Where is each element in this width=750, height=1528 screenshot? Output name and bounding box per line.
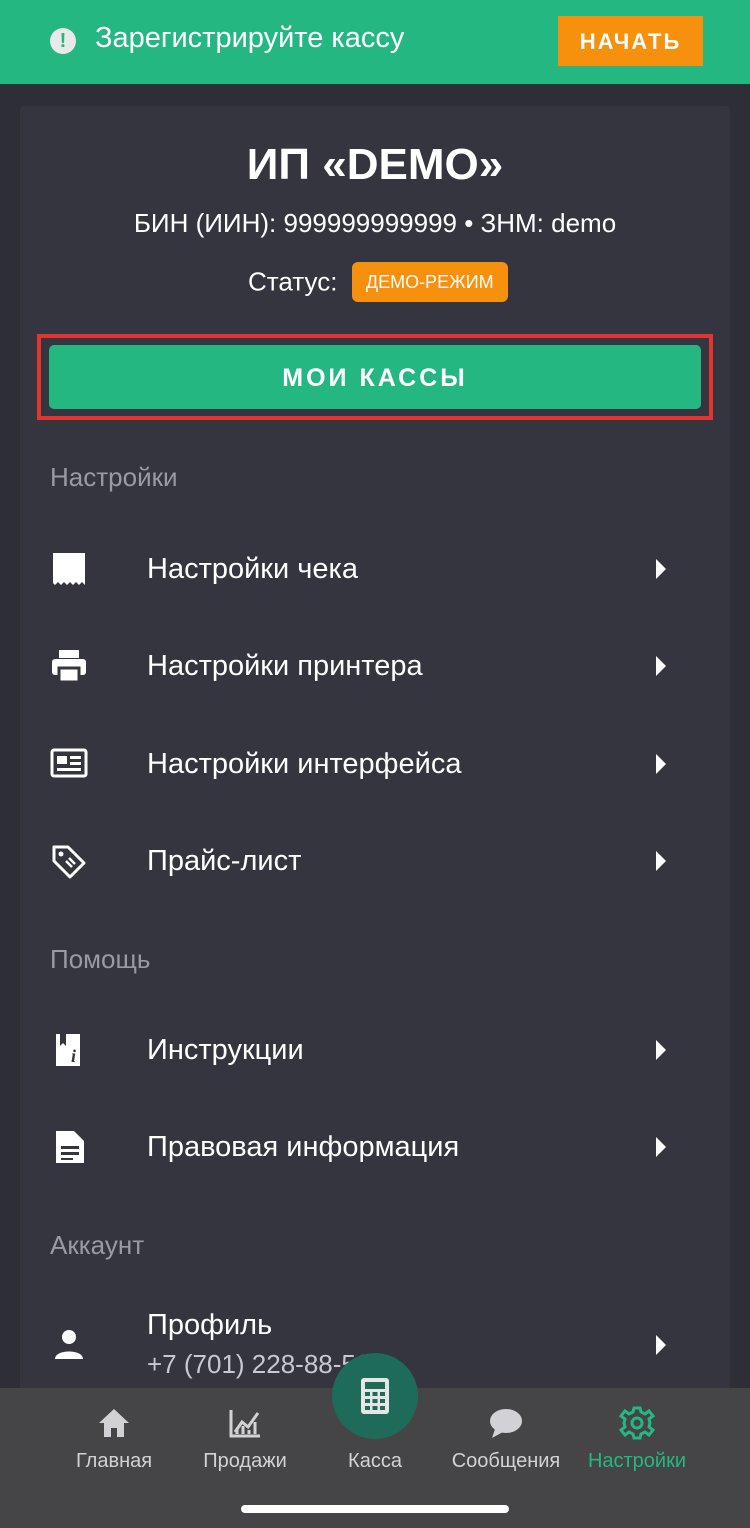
menu-item-interface-settings[interactable]: Настройки интерфейса bbox=[20, 716, 730, 812]
svg-text:i: i bbox=[71, 1046, 76, 1066]
status-badge: ДЕМО-РЕЖИМ bbox=[351, 262, 508, 302]
document-icon bbox=[56, 1131, 84, 1163]
interface-icon bbox=[50, 748, 88, 778]
section-header-account: Аккаунт bbox=[50, 1230, 145, 1260]
section-header-settings: Настройки bbox=[50, 462, 178, 492]
status-row: Статус: ДЕМО-РЕЖИМ bbox=[248, 262, 508, 304]
nav-label: Главная bbox=[75, 1450, 153, 1472]
printer-icon bbox=[52, 650, 86, 684]
menu-item-label: Настройки принтера bbox=[147, 650, 423, 682]
nav-messages[interactable]: Сообщения bbox=[441, 1388, 571, 1488]
start-button[interactable]: НАЧАТЬ bbox=[558, 16, 703, 66]
menu-item-label: Настройки чека bbox=[147, 553, 358, 585]
status-label: Статус: bbox=[248, 266, 338, 297]
menu-item-price-list[interactable]: Прайс-лист bbox=[20, 813, 730, 909]
home-icon bbox=[99, 1409, 129, 1437]
nav-label: Касса bbox=[348, 1450, 402, 1472]
gear-icon bbox=[619, 1406, 655, 1440]
chevron-right-icon bbox=[656, 559, 666, 579]
home-indicator[interactable] bbox=[241, 1505, 509, 1513]
company-name: ИП «DEMO» bbox=[246, 140, 504, 189]
menu-item-instructions[interactable]: i Инструкции bbox=[20, 1002, 730, 1098]
menu-item-label: Инструкции bbox=[147, 1034, 304, 1066]
nav-label: Продажи bbox=[203, 1450, 287, 1472]
person-icon bbox=[55, 1330, 83, 1359]
chat-icon bbox=[490, 1409, 522, 1438]
instructions-icon: i bbox=[56, 1034, 80, 1066]
alert-circle-icon: ! bbox=[50, 28, 76, 54]
banner-title: Зарегистрируйте кассу bbox=[95, 22, 405, 54]
chevron-right-icon bbox=[656, 1040, 666, 1060]
my-kassy-button[interactable]: МОИ КАССЫ bbox=[49, 345, 701, 409]
price-tag-icon bbox=[52, 845, 86, 879]
receipt-icon bbox=[53, 553, 85, 585]
nav-label: Сообщения bbox=[451, 1450, 561, 1472]
chevron-right-icon bbox=[656, 656, 666, 676]
chevron-right-icon bbox=[656, 851, 666, 871]
company-meta: БИН (ИИН): 999999999999 • ЗНМ: demo bbox=[133, 208, 617, 238]
kassa-fab-button[interactable] bbox=[332, 1353, 418, 1439]
nav-home[interactable]: Главная bbox=[49, 1388, 179, 1488]
register-banner: ! Зарегистрируйте кассу НАЧАТЬ bbox=[0, 0, 750, 84]
menu-item-legal-info[interactable]: Правовая информация bbox=[20, 1099, 730, 1195]
section-header-help: Помощь bbox=[50, 944, 151, 974]
chevron-right-icon bbox=[656, 1335, 666, 1355]
menu-item-label: Настройки интерфейса bbox=[147, 748, 462, 780]
calculator-icon bbox=[361, 1378, 389, 1414]
sales-chart-icon bbox=[229, 1410, 260, 1438]
menu-item-printer-settings[interactable]: Настройки принтера bbox=[20, 618, 730, 714]
menu-item-label: Прайс-лист bbox=[147, 845, 302, 877]
chevron-right-icon bbox=[656, 754, 666, 774]
menu-item-receipt-settings[interactable]: Настройки чека bbox=[20, 521, 730, 617]
menu-item-label: Правовая информация bbox=[147, 1131, 460, 1163]
nav-label: Настройки bbox=[587, 1450, 687, 1472]
nav-sales[interactable]: Продажи bbox=[180, 1388, 310, 1488]
nav-settings[interactable]: Настройки bbox=[572, 1388, 702, 1488]
menu-item-label: Профиль bbox=[147, 1309, 273, 1341]
chevron-right-icon bbox=[656, 1137, 666, 1157]
